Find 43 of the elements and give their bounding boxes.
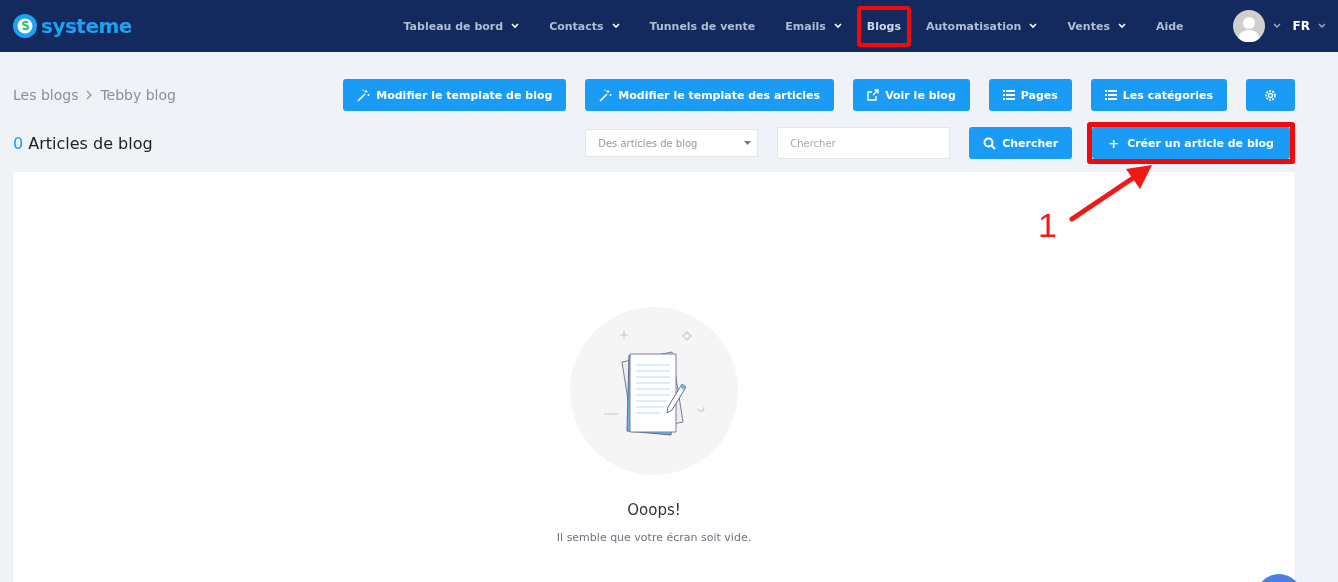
avatar-icon[interactable] bbox=[1232, 10, 1265, 42]
chevron-icon bbox=[611, 23, 620, 29]
toolbar-button[interactable]: Les catégories bbox=[1090, 79, 1227, 111]
toolbar-button[interactable]: Modifier le template des articles bbox=[585, 79, 835, 111]
search-button[interactable]: Chercher bbox=[969, 127, 1073, 159]
create-article-button[interactable]: + Créer un article de blog bbox=[1092, 127, 1290, 159]
logo-icon bbox=[12, 13, 38, 39]
settings-icon bbox=[1264, 88, 1277, 102]
magic-wand-icon bbox=[357, 88, 371, 102]
page-heading: 0 Articles de blog bbox=[13, 133, 153, 153]
chevron-icon bbox=[1029, 23, 1038, 29]
search-field[interactable]: Chercher bbox=[777, 127, 951, 159]
breadcrumb-link[interactable]: Tebby blog bbox=[100, 87, 176, 103]
toolbar-button[interactable]: Modifier le template de blog bbox=[343, 79, 567, 111]
nav-link[interactable]: Tableau de bord bbox=[388, 5, 535, 47]
chevron-right-icon bbox=[86, 90, 93, 100]
chevron-icon[interactable] bbox=[1318, 23, 1326, 29]
search-icon bbox=[983, 136, 997, 150]
nav-link[interactable]: Automatisation bbox=[911, 5, 1053, 47]
nav-link[interactable]: Contacts bbox=[534, 5, 635, 47]
nav-link[interactable]: Ventes bbox=[1052, 5, 1141, 47]
chevron-icon bbox=[1117, 23, 1126, 29]
breadcrumb-link[interactable]: Les blogs bbox=[13, 87, 79, 103]
chevron-icon bbox=[511, 23, 520, 29]
toolbar-button[interactable]: Voir le blog bbox=[853, 79, 970, 111]
annotation-number: 1 bbox=[1038, 208, 1057, 242]
magic-wand-icon bbox=[599, 88, 613, 102]
nav-link[interactable]: Emails bbox=[770, 5, 857, 47]
toolbar-button[interactable]: Pages bbox=[988, 79, 1072, 111]
filter-dropdown[interactable]: Des articles de blog bbox=[585, 129, 759, 157]
dropdown-caret-icon bbox=[744, 141, 752, 145]
chevron-icon[interactable] bbox=[1272, 23, 1281, 29]
logo-text[interactable]: systeme bbox=[41, 14, 132, 38]
language-selector[interactable]: FR bbox=[1292, 19, 1310, 33]
nav-link[interactable]: Blogs bbox=[856, 5, 911, 47]
external-link-icon bbox=[867, 89, 880, 101]
chevron-icon bbox=[833, 23, 842, 29]
nav-link[interactable]: Aide bbox=[1140, 5, 1199, 47]
empty-title: Ooops! bbox=[627, 501, 681, 519]
empty-message: Il semble que votre écran soit vide. bbox=[556, 531, 752, 544]
list-icon bbox=[1104, 90, 1117, 100]
nav-link[interactable]: Tunnels de vente bbox=[634, 5, 771, 47]
list-icon bbox=[1002, 90, 1015, 100]
